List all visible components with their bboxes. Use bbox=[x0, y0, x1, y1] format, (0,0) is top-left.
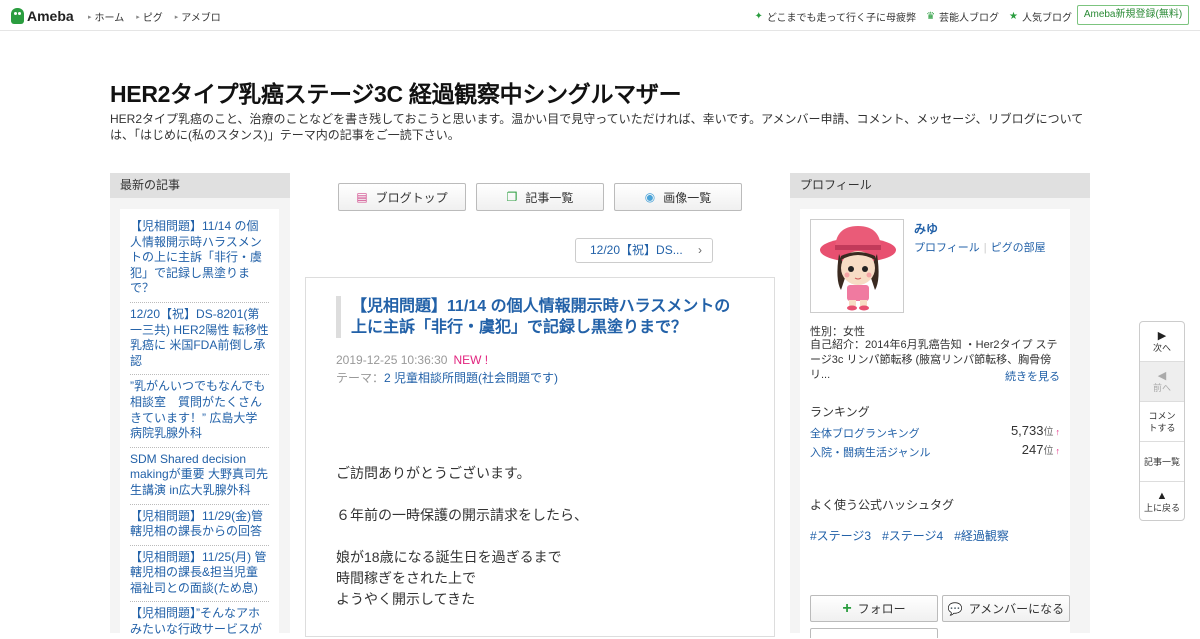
article-meta: 2019-12-25 10:36:30 NEW ! bbox=[336, 353, 488, 368]
ranking-row: 入院・闘病生活ジャンル 247位 ↑ bbox=[810, 442, 1060, 460]
profile-gender: 性別：女性 bbox=[810, 326, 865, 338]
hashtag-link[interactable]: #ステージ4 bbox=[882, 527, 943, 544]
blog-title[interactable]: HER2タイプ乳癌ステージ3C 経過観察中シングルマザー bbox=[110, 75, 682, 109]
article-body: ご訪問ありがとうございます。 ６年前の一時保護の開示請求をしたら、 娘が18歳に… bbox=[336, 463, 756, 610]
body-line bbox=[336, 526, 756, 547]
copy-icon: ❐ bbox=[506, 190, 518, 204]
profile-links: プロフィール | ピグの部屋 bbox=[914, 239, 1046, 255]
follow-button[interactable]: + フォロー bbox=[810, 595, 938, 622]
blog-top-button[interactable]: ▤ ブログトップ bbox=[338, 183, 466, 211]
play-icon: ▶ bbox=[1157, 329, 1167, 342]
article-title[interactable]: 【児相問題】11/14 の個人情報開示時ハラスメントの上に主訴「非行・虞犯」で記… bbox=[336, 296, 746, 338]
article-date: 2019-12-25 10:36:30 bbox=[336, 353, 448, 367]
nav-ameblo[interactable]: ▸ アメブロ bbox=[175, 9, 221, 24]
article-list-button[interactable]: ❐ 記事一覧 bbox=[476, 183, 604, 211]
prev-button[interactable]: ◀ 前へ bbox=[1140, 362, 1184, 402]
hashtag-list: #ステージ3 #ステージ4 #経過観察 bbox=[810, 527, 1020, 544]
back-icon: ◀ bbox=[1157, 369, 1167, 382]
celebrity-blog-link[interactable]: ♛ 芸能人ブログ bbox=[926, 9, 999, 24]
register-button[interactable]: Ameba新規登録(無料) bbox=[1077, 5, 1189, 25]
ameba-logo[interactable]: Ameba bbox=[11, 6, 74, 26]
recent-article-item[interactable]: 【児相問題】11/29(金)管轄児相の課長からの回答 bbox=[130, 509, 269, 546]
plus-icon: + bbox=[842, 599, 852, 617]
recent-article-item[interactable]: SDM Shared decision makingが重要 大野真司先生講演 i… bbox=[130, 452, 269, 505]
back-to-top-button[interactable]: ▲ 上に戻る bbox=[1140, 482, 1184, 520]
ranking-heading: ランキング bbox=[810, 405, 870, 419]
recent-article-item[interactable]: 12/20【祝】DS-8201(第一三共) HER2陽性 転移性乳癌に 米国FD… bbox=[130, 307, 269, 376]
blog-description: HER2タイプ乳癌のこと、治療のことなどを書き残しておこうと思います。温かい目で… bbox=[110, 112, 1084, 142]
article: 【児相問題】11/14 の個人情報開示時ハラスメントの上に主訴「非行・虞犯」で記… bbox=[305, 277, 775, 637]
read-more-link[interactable]: 続きを見る bbox=[1005, 368, 1060, 384]
image-list-button[interactable]: ◉ 画像一覧 bbox=[614, 183, 742, 211]
hashtag-link[interactable]: #ステージ3 bbox=[810, 527, 871, 544]
avatar-illustration bbox=[811, 220, 903, 312]
arrow-up-icon: ↑ bbox=[1055, 427, 1061, 437]
profile-heading: プロフィール bbox=[790, 173, 1090, 198]
crown-icon: ♛ bbox=[926, 11, 936, 22]
ranking-value: 5,733位 ↑ bbox=[1010, 423, 1061, 438]
floating-side-nav: ▶ 次へ ◀ 前へ コメントする 記事一覧 ▲ 上に戻る bbox=[1139, 321, 1185, 521]
theme-link[interactable]: 2 児童相談所問題(社会問題です) bbox=[384, 371, 558, 385]
chevron-right-icon: ▸ bbox=[88, 13, 92, 21]
chevron-right-icon: ▸ bbox=[136, 13, 140, 21]
ranking-value: 247位 ↑ bbox=[1021, 442, 1061, 457]
profile-link[interactable]: プロフィール bbox=[914, 242, 980, 254]
article-theme: テーマ：2 児童相談所問題(社会問題です) bbox=[336, 371, 559, 385]
body-line bbox=[336, 484, 756, 505]
recent-article-item[interactable]: 【児相問題】11/14 の個人情報開示時ハラスメントの上に主訴「非行・虞犯」で記… bbox=[130, 219, 269, 303]
ranking-row: 全体ブログランキング 5,733位 ↑ bbox=[810, 423, 1060, 441]
recent-article-item[interactable]: ”乳がんいつでもなんでも相談室 質問がたくさんきています！” 広島大学病院乳腺外… bbox=[130, 379, 269, 448]
star-icon: ★ bbox=[1009, 11, 1018, 22]
arrow-up-icon: ↑ bbox=[1055, 446, 1061, 456]
body-line: 時間稼ぎをされた上で bbox=[336, 570, 476, 586]
recent-article-item[interactable]: 【児相問題】”そんなアホみたいな行政サービスが bbox=[130, 606, 269, 639]
featured-blog-link[interactable]: ✦ どこまでも走って行く子に母疲弊 bbox=[754, 9, 916, 24]
top-right-links: ✦ どこまでも走って行く子に母疲弊 ♛ 芸能人ブログ ★ 人気ブログ bbox=[744, 9, 1072, 24]
recent-article-item[interactable]: 【児相問題】11/25(月) 管轄児相の課長&担当児童福祉司との面談(ため息) bbox=[130, 550, 269, 603]
next-button[interactable]: ▶ 次へ bbox=[1140, 322, 1184, 362]
recent-articles-heading: 最新の記事 bbox=[110, 173, 290, 198]
ameba-mascot-icon bbox=[11, 8, 24, 24]
divider: | bbox=[983, 242, 987, 254]
hashtag-link[interactable]: #経過観察 bbox=[954, 527, 1009, 544]
avatar[interactable] bbox=[810, 219, 904, 313]
article-list-side-button[interactable]: 記事一覧 bbox=[1140, 442, 1184, 482]
pig-room-link[interactable]: ピグの部屋 bbox=[991, 242, 1046, 254]
nav-home[interactable]: ▸ ホーム bbox=[88, 9, 124, 24]
up-icon: ▲ bbox=[1156, 490, 1168, 502]
profile-box: みゆ プロフィール | ピグの部屋 性別：女性 自己紹介：2014年6月乳癌告知 ・… bbox=[800, 209, 1070, 639]
new-badge: NEW ! bbox=[453, 353, 489, 367]
blog-nav-buttons: ▤ ブログトップ ❐ 記事一覧 ◉ 画像一覧 bbox=[338, 183, 752, 211]
profile-name[interactable]: みゆ bbox=[914, 220, 938, 237]
profile-panel: プロフィール みゆ プロフィール | ピグの部屋 性別：女性 自己紹介：2014… bbox=[790, 173, 1090, 639]
document-icon: ▤ bbox=[356, 190, 368, 204]
body-line: ようやく開示してきた bbox=[336, 591, 476, 607]
global-header: Ameba ▸ ホーム ▸ ピグ ▸ アメブロ ✦ どこまでも走って行く子に母疲弊 ♛ 芸… bbox=[0, 0, 1200, 31]
camera-icon: ◉ bbox=[644, 190, 656, 204]
sparkle-icon: ✦ bbox=[754, 11, 763, 22]
next-article-link[interactable]: 12/20【祝】DS... › bbox=[575, 238, 713, 263]
popular-blog-link[interactable]: ★ 人気ブログ bbox=[1009, 9, 1072, 24]
chevron-right-icon: ▸ bbox=[174, 13, 179, 21]
body-line: ６年前の一時保護の開示請求をしたら、 bbox=[336, 507, 588, 523]
ranking-genre-link[interactable]: 入院・闘病生活ジャンル bbox=[810, 444, 930, 460]
recent-articles-panel: 最新の記事 【児相問題】11/14 の個人情報開示時ハラスメントの上に主訴「非行… bbox=[110, 173, 290, 639]
hashtag-heading: よく使う公式ハッシュタグ bbox=[810, 498, 955, 512]
chevron-right-icon: › bbox=[698, 243, 702, 257]
chat-bubble-icon: 💬 bbox=[947, 601, 963, 616]
ranking-overall-link[interactable]: 全体ブログランキング bbox=[810, 425, 920, 441]
nav-pig[interactable]: ▸ ピグ bbox=[136, 9, 163, 24]
body-line: ご訪問ありがとうございます。 bbox=[336, 465, 531, 481]
body-line: 娘が18歳になる誕生日を過ぎるまで bbox=[336, 549, 562, 565]
comment-button[interactable]: コメントする bbox=[1140, 402, 1184, 442]
recent-articles-list: 【児相問題】11/14 の個人情報開示時ハラスメントの上に主訴「非行・虞犯」で記… bbox=[120, 209, 279, 639]
top-nav: ▸ ホーム ▸ ピグ ▸ アメブロ bbox=[88, 9, 233, 24]
amember-button[interactable]: 💬 アメンバーになる bbox=[942, 595, 1070, 622]
